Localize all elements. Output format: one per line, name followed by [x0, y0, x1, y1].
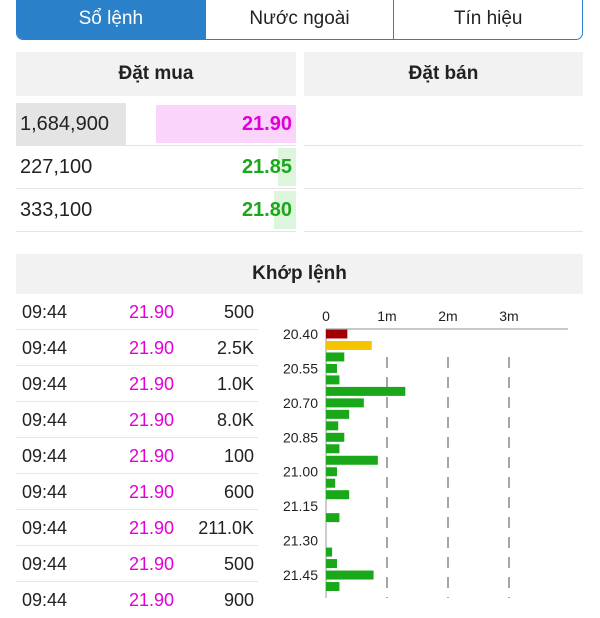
- volume-bar: [326, 444, 340, 454]
- volume-by-price-chart: 0 1m 2m 3m 20.40 20.55 20.70 20.85 21.00 21.15 21.…: [283, 308, 568, 598]
- trade-price: 21.90: [129, 410, 175, 430]
- volume-bar: [326, 363, 337, 373]
- row-divider: [304, 231, 583, 232]
- y-tick-label: 20.55: [283, 360, 318, 376]
- buy-header: Đặt mua: [16, 52, 296, 96]
- tab-foreign[interactable]: Nước ngoài: [204, 0, 394, 39]
- volume-bar: [326, 582, 340, 592]
- volume-bar: [326, 421, 339, 431]
- trade-price: 21.90: [129, 482, 175, 502]
- trade-row: 09:44 21.90 8.0K: [16, 402, 258, 438]
- trade-time: 09:44: [22, 590, 68, 610]
- buy-row[interactable]: 333,100 21.80: [16, 189, 296, 231]
- volume-bar: [326, 467, 337, 477]
- trade-volume: 500: [223, 302, 254, 322]
- trade-volume: 600: [223, 482, 254, 502]
- volume-bar: [326, 478, 336, 488]
- trade-row: 09:44 21.90 2.5K: [16, 330, 258, 366]
- trade-time: 09:44: [22, 518, 68, 538]
- trade-row: 09:44 21.90 100: [16, 438, 258, 474]
- trade-price: 21.90: [129, 590, 175, 610]
- trade-row: 09:44 21.90 500: [16, 294, 258, 330]
- y-tick-label: 20.40: [283, 326, 318, 342]
- volume-bar: [326, 570, 374, 580]
- matched-header: Khớp lệnh: [16, 254, 583, 294]
- trade-volume: 100: [223, 446, 254, 466]
- buy-volume: 333,100: [20, 198, 93, 221]
- buy-price: 21.85: [241, 155, 292, 178]
- volume-bar: [326, 329, 348, 339]
- volume-bar: [326, 375, 340, 385]
- trade-volume: 1.0K: [216, 374, 254, 394]
- trade-row: 09:44 21.90 600: [16, 474, 258, 510]
- volume-bar: [326, 432, 345, 442]
- volume-bar: [326, 490, 350, 500]
- trade-row: 09:44 21.90 1.0K: [16, 366, 258, 402]
- y-tick-label: 21.15: [283, 498, 318, 514]
- trade-time: 09:44: [22, 374, 68, 394]
- volume-bar: [326, 398, 364, 408]
- buy-price: 21.80: [241, 198, 292, 221]
- x-tick-label: 0: [322, 308, 330, 324]
- trade-price: 21.90: [129, 374, 175, 394]
- tab-bar: Sổ lệnh Nước ngoài Tín hiệu: [16, 0, 583, 40]
- buy-volume: 227,100: [20, 155, 93, 178]
- volume-bar: [326, 352, 345, 362]
- y-tick-label: 21.30: [283, 533, 318, 549]
- trade-time: 09:44: [22, 410, 68, 430]
- volume-bar: [326, 513, 340, 523]
- volume-bar: [326, 340, 372, 350]
- trade-volume: 211.0K: [198, 518, 254, 538]
- trade-price: 21.90: [129, 554, 175, 574]
- trade-volume: 900: [223, 590, 254, 610]
- x-tick-label: 2m: [438, 308, 457, 324]
- row-divider: [304, 145, 583, 146]
- buy-price: 21.90: [241, 112, 292, 135]
- trade-time: 09:44: [22, 446, 68, 466]
- row-divider: [16, 231, 296, 232]
- volume-bar: [326, 547, 333, 557]
- x-tick-label: 1m: [377, 308, 396, 324]
- y-tick-label: 20.85: [283, 429, 318, 445]
- trade-volume: 500: [223, 554, 254, 574]
- trade-time: 09:44: [22, 482, 68, 502]
- row-divider: [304, 188, 583, 189]
- trade-time: 09:44: [22, 302, 68, 322]
- trade-row: 09:44 21.90 500: [16, 546, 258, 582]
- trade-time: 09:44: [22, 338, 68, 358]
- buy-row[interactable]: 1,684,900 21.90: [16, 103, 296, 145]
- volume-bar: [326, 409, 350, 419]
- volume-bar: [326, 386, 406, 396]
- volume-bar: [326, 559, 337, 569]
- sell-header: Đặt bán: [304, 52, 583, 96]
- y-tick-label: 21.00: [283, 464, 318, 480]
- x-tick-label: 3m: [499, 308, 518, 324]
- buy-row[interactable]: 227,100 21.85: [16, 146, 296, 188]
- trade-time: 09:44: [22, 554, 68, 574]
- buy-volume: 1,684,900: [16, 103, 126, 145]
- tab-signals[interactable]: Tín hiệu: [393, 0, 582, 39]
- y-tick-label: 21.45: [283, 567, 318, 583]
- trade-price: 21.90: [129, 446, 175, 466]
- tab-order-book[interactable]: Sổ lệnh: [17, 0, 205, 39]
- trade-row: 09:44 21.90 211.0K: [16, 510, 258, 546]
- trade-row: 09:44 21.90 900: [16, 582, 258, 618]
- trade-volume: 2.5K: [216, 338, 254, 358]
- trade-price: 21.90: [129, 302, 175, 322]
- trade-price: 21.90: [129, 518, 175, 538]
- volume-bar: [326, 455, 378, 465]
- trade-volume: 8.0K: [216, 410, 254, 430]
- y-tick-label: 20.70: [283, 395, 318, 411]
- trade-price: 21.90: [129, 338, 175, 358]
